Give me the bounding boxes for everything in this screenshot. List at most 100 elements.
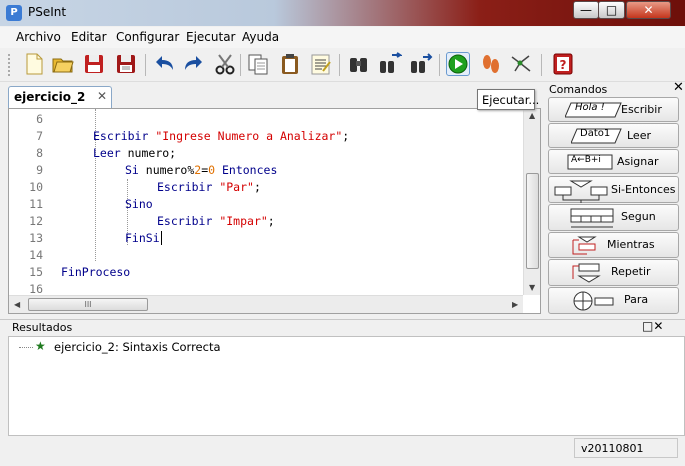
command-label: Segun — [621, 210, 656, 223]
commands-panel-header: Comandos ✕ — [547, 80, 685, 98]
tab-close-icon[interactable]: ✕ — [97, 89, 107, 103]
app-icon: P — [6, 5, 22, 21]
paste-icon[interactable] — [278, 52, 302, 76]
vertical-scrollbar[interactable]: ▲ ▼ — [523, 109, 540, 295]
run-icon[interactable] — [446, 52, 470, 76]
version-label: v20110801 — [581, 442, 644, 455]
find-next-icon[interactable] — [409, 52, 433, 76]
results-tree: ★ ejercicio_2: Sintaxis Correcta — [8, 336, 685, 436]
code-editor[interactable]: 6 7 8 9 10 11 12 13 14 15 16 Escribir "I… — [8, 108, 541, 314]
asignar-icon-text: A←B+i — [571, 155, 601, 165]
tab-strip: ejercicio_2 ✕ — [8, 86, 541, 108]
command-mientras-button[interactable]: Mientras — [548, 232, 679, 258]
cut-icon[interactable] — [213, 52, 237, 76]
commands-close-icon[interactable]: ✕ — [673, 80, 684, 95]
save-icon[interactable] — [82, 52, 106, 76]
window-title: PSeInt — [28, 5, 67, 19]
toolbar-grip[interactable] — [8, 54, 12, 76]
toolbar-separator — [339, 54, 340, 76]
toolbar-separator — [439, 54, 440, 76]
code-line-13: FinSi​ — [125, 231, 162, 245]
help-icon[interactable]: ? — [551, 52, 575, 76]
redo-icon[interactable] — [182, 52, 206, 76]
search-icon[interactable] — [347, 52, 371, 76]
toolbar-separator — [240, 54, 241, 76]
svg-text:?: ? — [560, 58, 567, 72]
line-number: 14 — [29, 248, 43, 262]
toolbar-separator — [145, 54, 146, 76]
code-line-7: Escribir "Ingrese Numero a Analizar"; — [93, 129, 350, 143]
menu-archivo[interactable]: Archivo — [16, 30, 61, 44]
close-window-button[interactable]: ✕ — [626, 1, 671, 19]
undo-icon[interactable] — [152, 52, 176, 76]
results-panel-controls-icon[interactable]: □✕ — [642, 319, 663, 333]
status-bar: v20110801 — [0, 436, 685, 466]
result-item[interactable]: ejercicio_2: Sintaxis Correcta — [54, 340, 221, 354]
line-number: 15 — [29, 265, 43, 279]
save-as-icon[interactable] — [114, 52, 138, 76]
command-escribir-button[interactable]: Hola ! Escribir — [548, 97, 679, 122]
line-number: 7 — [36, 129, 43, 143]
scroll-down-icon[interactable]: ▼ — [529, 283, 535, 292]
horizontal-scrollbar[interactable]: ◀ III ▶ — [9, 295, 523, 313]
repetir-icon — [572, 263, 601, 283]
line-number: 10 — [29, 180, 43, 194]
menu-ejecutar[interactable]: Ejecutar — [186, 30, 236, 44]
text-cursor: ​ — [160, 231, 162, 245]
copy-icon[interactable] — [246, 52, 270, 76]
scroll-right-icon[interactable]: ▶ — [512, 300, 518, 309]
command-label: Mientras — [607, 238, 655, 251]
commands-panel-title: Comandos — [549, 83, 608, 96]
line-number: 11 — [29, 197, 43, 211]
command-leer-button[interactable]: Dato1 Leer — [548, 123, 679, 148]
line-number: 12 — [29, 214, 43, 228]
command-label: Escribir — [621, 103, 662, 116]
results-panel-title: Resultados — [12, 321, 73, 334]
command-segun-button[interactable]: Segun — [548, 204, 679, 231]
line-number: 9 — [36, 163, 43, 177]
command-label: Si-Entonces — [611, 183, 676, 196]
tab-ejercicio[interactable]: ejercicio_2 ✕ — [8, 86, 112, 108]
code-line-11: Sino — [125, 197, 153, 211]
toolbar-separator — [541, 54, 542, 76]
command-label: Repetir — [611, 265, 651, 278]
new-icon[interactable] — [22, 52, 46, 76]
toolbar: ? — [0, 48, 685, 82]
command-si-entonces-button[interactable]: Si-Entonces — [548, 176, 679, 203]
line-number-gutter: 6 7 8 9 10 11 12 13 14 15 16 — [9, 109, 51, 296]
command-label: Asignar — [617, 155, 659, 168]
open-icon[interactable] — [51, 52, 75, 76]
command-para-button[interactable]: Para — [548, 287, 679, 314]
maximize-button[interactable]: □ — [598, 1, 625, 19]
command-asignar-button[interactable]: A←B+i Asignar — [548, 149, 679, 174]
code-line-12: Escribir "Impar"; — [157, 214, 275, 228]
mientras-icon — [572, 236, 597, 255]
menu-editar[interactable]: Editar — [71, 30, 107, 44]
menu-configurar[interactable]: Configurar — [116, 30, 179, 44]
tab-label: ejercicio_2 — [14, 90, 86, 104]
replace-icon[interactable] — [378, 52, 404, 76]
line-number: 6 — [36, 112, 43, 126]
line-number: 8 — [36, 146, 43, 160]
tree-connector — [19, 347, 33, 348]
horizontal-scroll-thumb[interactable]: III — [28, 298, 148, 311]
code-line-10: Escribir "Par"; — [157, 180, 261, 194]
command-repetir-button[interactable]: Repetir — [548, 259, 679, 286]
line-number: 16 — [29, 282, 43, 296]
minimize-button[interactable]: — — [573, 1, 599, 19]
scroll-up-icon[interactable]: ▲ — [529, 111, 535, 120]
menu-ayuda[interactable]: Ayuda — [242, 30, 279, 44]
command-label: Para — [624, 293, 649, 306]
scroll-left-icon[interactable]: ◀ — [14, 300, 20, 309]
si-entonces-icon — [554, 180, 608, 203]
code-line-15: FinProceso — [61, 265, 131, 279]
flowchart-icon[interactable] — [509, 52, 533, 76]
tooltip: Ejecutar... — [477, 89, 539, 110]
leer-icon-text: Dato1 — [580, 128, 611, 139]
edit-list-icon[interactable] — [309, 52, 333, 76]
step-icon[interactable] — [479, 52, 503, 76]
segun-icon — [570, 208, 614, 228]
vertical-scroll-thumb[interactable] — [526, 173, 539, 269]
menu-bar: Archivo Editar Configurar Ejecutar Ayuda — [0, 27, 685, 48]
line-number: 13 — [29, 231, 43, 245]
